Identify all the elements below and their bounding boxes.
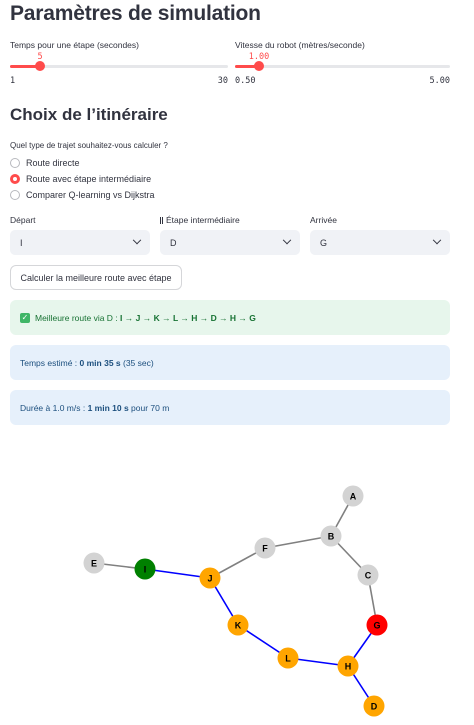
node-label: K [235,621,242,631]
node-label: B [328,532,335,542]
duration-mid: : [80,402,88,413]
radio-compare-algorithms[interactable]: Comparer Q-learning vs Dijkstra [10,188,155,202]
time-bold: 0 min 35 s [79,357,121,368]
node-J: J [199,567,221,589]
best-route-alert: ✓ Meilleure route via D : I → J → K → L … [10,300,450,335]
check-icon: ✓ [20,312,30,323]
radio-circle[interactable] [10,158,20,168]
arrivee-value: G [320,237,328,248]
node-label: G [373,621,380,631]
best-route-path: I → J → K → L → H → D → H → G [120,312,256,323]
radio-circle[interactable] [10,190,20,200]
radio-label: Route directe [26,158,80,168]
node-label: L [285,654,291,664]
radio-circle-selected[interactable] [10,174,20,184]
robot-speed-thumb[interactable] [254,61,264,71]
robot-speed-label: Vitesse du robot (mètres/seconde) [235,40,365,50]
etape-label-wrap: Étape intermédiaire [160,215,240,225]
node-label: D [371,702,378,712]
node-label: A [350,492,357,502]
step-time-label: Temps pour une étape (secondes) [10,40,139,50]
radio-label: Comparer Q-learning vs Dijkstra [26,190,155,200]
compute-route-button[interactable]: Calculer la meilleure route avec étape [10,265,182,290]
radio-intermediate-route[interactable]: Route avec étape intermédiaire [10,172,151,186]
node-E: E [83,552,105,574]
chevron-down-icon [432,235,442,244]
node-C: C [357,564,379,586]
node-I: I [134,558,156,580]
graph-nodes: A B C D E F G H I J K L [83,485,388,717]
depart-value: I [20,237,23,248]
time-prefix: Temps estimé : [20,357,80,368]
time-suffix: (35 sec) [120,357,154,368]
robot-speed-min: 0.50 [235,76,256,86]
node-label: C [365,571,372,581]
node-label: I [144,565,147,575]
section-title: Choix de l’itinéraire [10,105,168,124]
node-label: F [262,544,268,554]
step-time-min: 1 [10,76,16,86]
best-route-prefix: Meilleure route via D : [35,312,121,323]
node-D: D [363,695,385,717]
duration-speed: 1.0 m/s [52,402,81,413]
arrivee-label: Arrivée [310,215,337,225]
duration-bold: 1 min 10 s [87,402,129,413]
step-time-thumb[interactable] [35,61,45,71]
etape-label: Étape intermédiaire [166,215,240,225]
arrivee-select[interactable]: G [310,230,450,255]
step-time-max: 30 [217,76,228,86]
chevron-down-icon [282,235,292,244]
duration-alert: Durée à 1.0 m/s : 1 min 10 s pour 70 m [10,390,450,425]
route-type-question: Quel type de trajet souhaitez-vous calcu… [10,141,168,150]
node-K: K [227,614,249,636]
route-graph: A B C D E F G H I J K L [83,485,388,717]
node-F: F [254,537,276,559]
grip-icon [160,216,163,224]
node-G: G [366,614,388,636]
node-B: B [320,525,342,547]
radio-direct-route[interactable]: Route directe [10,156,80,170]
node-label: H [345,662,352,672]
chevron-down-icon [132,235,142,244]
robot-speed-slider[interactable]: Vitesse du robot (mètres/seconde) 1.00 0… [235,40,450,100]
depart-select[interactable]: I [10,230,150,255]
node-L: L [277,647,299,669]
step-time-slider[interactable]: Temps pour une étape (secondes) 5 1 30 [10,40,228,100]
duration-prefix: Durée à [20,402,53,413]
node-label: E [91,559,97,569]
node-label: J [207,574,212,584]
estimated-time-alert: Temps estimé : 0 min 35 s (35 sec) [10,345,450,380]
etape-select[interactable]: D [160,230,300,255]
radio-label: Route avec étape intermédiaire [26,174,152,184]
page-title: Paramètres de simulation [10,2,261,25]
depart-label: Départ [10,215,36,225]
node-H: H [337,655,359,677]
node-A: A [342,485,364,507]
robot-speed-track[interactable] [235,65,450,68]
etape-value: D [170,237,177,248]
robot-speed-max: 5.00 [429,76,450,86]
duration-suffix: pour 70 m [128,402,170,413]
